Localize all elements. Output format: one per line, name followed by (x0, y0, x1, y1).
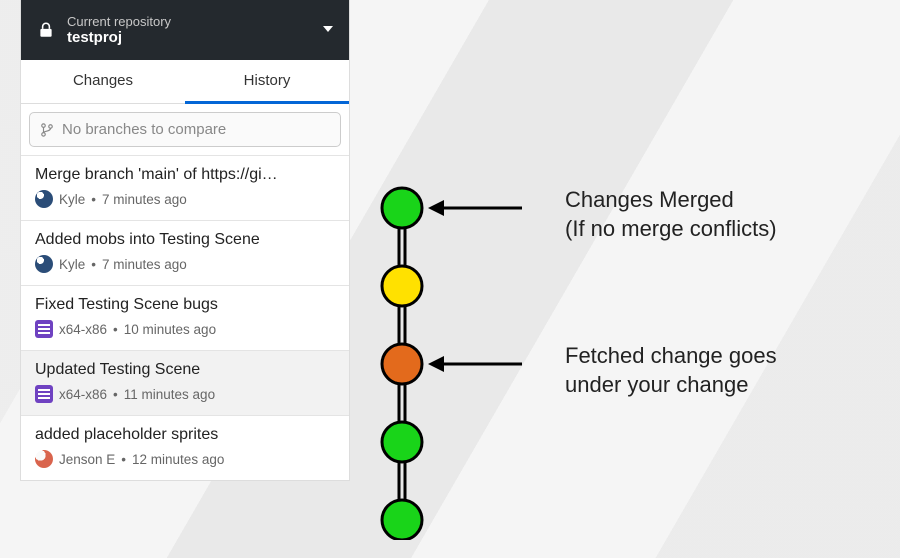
github-desktop-sidebar: Current repository testproj Changes Hist… (20, 0, 350, 481)
avatar (35, 450, 53, 468)
avatar (35, 255, 53, 273)
commit-meta: x64-x86 • 10 minutes ago (35, 320, 335, 338)
commit-meta: Jenson E • 12 minutes ago (35, 450, 335, 468)
avatar (35, 320, 53, 338)
tab-changes[interactable]: Changes (21, 60, 185, 104)
commit-author: Jenson E (59, 452, 115, 467)
chevron-down-icon (323, 26, 333, 32)
graph-node (382, 344, 422, 384)
commit-time: 7 minutes ago (102, 192, 187, 207)
avatar (35, 385, 53, 403)
sidebar-tabs: Changes History (21, 60, 349, 104)
commit-meta: Kyle • 7 minutes ago (35, 190, 335, 208)
commit-meta: Kyle • 7 minutes ago (35, 255, 335, 273)
branch-compare-input[interactable]: No branches to compare (29, 112, 341, 147)
repo-name: testproj (67, 29, 333, 46)
commit-author: Kyle (59, 192, 85, 207)
annotation-fetched-line2: under your change (565, 371, 777, 400)
meta-separator: • (121, 452, 126, 467)
commit-row[interactable]: Added mobs into Testing Scene Kyle • 7 minu… (21, 220, 349, 285)
commit-title: Updated Testing Scene (35, 361, 335, 379)
tab-history[interactable]: History (185, 60, 349, 104)
commit-title: Added mobs into Testing Scene (35, 231, 335, 249)
annotation-merged-line1: Changes Merged (565, 186, 777, 215)
commit-row[interactable]: Merge branch 'main' of https://gi… Kyle • 7… (21, 155, 349, 220)
repo-label: Current repository (67, 14, 333, 29)
commit-author: x64-x86 (59, 387, 107, 402)
commit-title: added placeholder sprites (35, 426, 335, 444)
avatar (35, 190, 53, 208)
commit-title: Fixed Testing Scene bugs (35, 296, 335, 314)
git-graph-diagram (372, 180, 572, 540)
commit-time: 12 minutes ago (132, 452, 224, 467)
meta-separator: • (113, 322, 118, 337)
commit-row[interactable]: added placeholder sprites Jenson E • 12 min… (21, 415, 349, 480)
commit-list: Merge branch 'main' of https://gi… Kyle • 7… (21, 155, 349, 480)
graph-node (382, 266, 422, 306)
graph-node (382, 188, 422, 228)
commit-author: Kyle (59, 257, 85, 272)
annotation-merged-line2: (If no merge conflicts) (565, 215, 777, 244)
commit-time: 11 minutes ago (124, 387, 215, 402)
commit-meta: x64-x86 • 11 minutes ago (35, 385, 335, 403)
commit-title: Merge branch 'main' of https://gi… (35, 166, 335, 184)
commit-time: 7 minutes ago (102, 257, 187, 272)
git-branch-icon (40, 122, 54, 138)
meta-separator: • (113, 387, 118, 402)
repo-selector[interactable]: Current repository testproj (21, 0, 349, 60)
commit-row[interactable]: Fixed Testing Scene bugs x64-x86 • 10 minut… (21, 285, 349, 350)
repo-labels: Current repository testproj (67, 14, 333, 46)
annotation-fetched-line1: Fetched change goes (565, 342, 777, 371)
annotation-fetched: Fetched change goes under your change (565, 342, 777, 399)
lock-icon (37, 21, 55, 39)
commit-row[interactable]: Updated Testing Scene x64-x86 • 11 minutes … (21, 350, 349, 415)
annotation-merged: Changes Merged (If no merge conflicts) (565, 186, 777, 243)
branch-compare-placeholder: No branches to compare (62, 121, 226, 138)
commit-time: 10 minutes ago (124, 322, 216, 337)
commit-author: x64-x86 (59, 322, 107, 337)
graph-node (382, 500, 422, 540)
graph-node (382, 422, 422, 462)
meta-separator: • (91, 192, 96, 207)
meta-separator: • (91, 257, 96, 272)
